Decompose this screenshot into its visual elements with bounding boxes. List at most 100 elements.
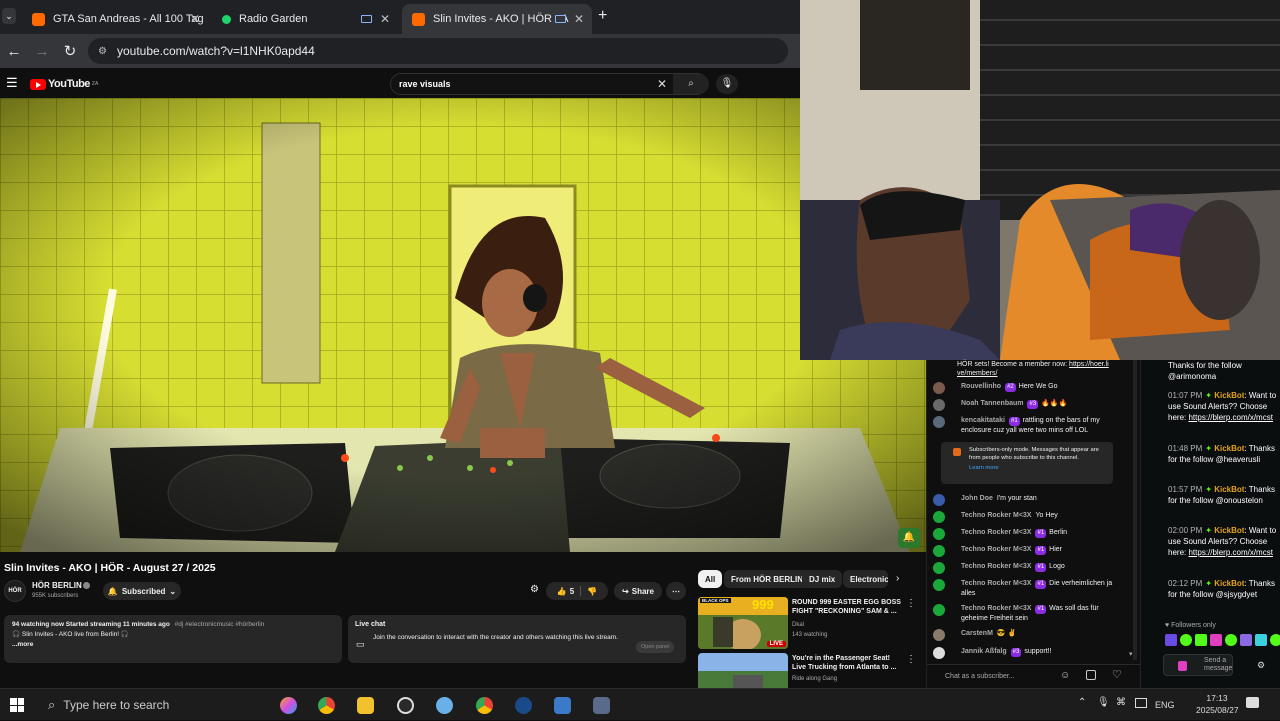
emote-icon[interactable] [1240,634,1252,646]
emote-row[interactable] [1165,634,1280,646]
chrome-icon[interactable] [318,697,335,714]
share-button[interactable]: ↪ Share [614,582,662,600]
rec-title[interactable]: You're in the Passenger Seat! Live Truck… [792,654,904,672]
windows-start-icon[interactable] [10,698,24,712]
dislike-icon[interactable]: 👎 [587,587,597,596]
heart-icon[interactable]: ♡ [1112,668,1122,681]
video-player[interactable]: 🔔 [0,98,926,552]
chip-dj-mix[interactable]: DJ mix [802,570,843,588]
kick-author[interactable]: KickBot [1214,391,1244,400]
chip-all[interactable]: All [698,570,723,588]
emote-icon[interactable] [1165,634,1177,646]
emote-icon[interactable] [1195,634,1207,646]
tab-search-button[interactable]: ⌄ [2,8,16,24]
search-box[interactable]: rave visuals ✕ ⌕ [390,73,709,95]
chat-author[interactable]: CarstenM [961,630,993,637]
close-icon[interactable]: ✕ [574,12,584,26]
description-tags[interactable]: #dj #electronicmusic #hörberlin [175,621,265,628]
audio-playing-icon[interactable] [555,15,566,23]
new-tab-icon[interactable]: + [598,7,607,25]
audio-playing-icon[interactable] [361,15,372,23]
live-chat-bell-icon[interactable]: 🔔 [898,528,920,548]
emote-icon[interactable] [1210,634,1222,646]
search-icon[interactable]: ⌕ [673,74,709,94]
microphone-icon[interactable]: 🎙 [1097,697,1110,708]
chat-author[interactable]: Techno Rocker M<3X [961,512,1031,519]
chip-from-channel[interactable]: From HÖR BERLIN [724,570,810,588]
learn-more-link[interactable]: Learn more [969,464,1107,472]
emote-picker-icon[interactable] [1178,661,1187,671]
rec-thumbnail[interactable]: BLACK OPS 999 LIVE [698,597,788,649]
chat-author[interactable]: Techno Rocker M<3X [961,563,1031,570]
app-icon[interactable] [593,697,610,714]
copilot-icon[interactable] [280,697,297,714]
chat-author[interactable]: kencakitataki [961,417,1005,424]
network-icon[interactable]: ⌘ [1116,697,1126,708]
send-message-input[interactable]: Send a message [1163,654,1233,676]
kick-link[interactable]: https://blerp.com/x/mcst [1188,413,1272,422]
super-chat-icon[interactable] [1086,670,1096,680]
site-info-icon[interactable]: ⚙ [98,46,107,57]
emote-icon[interactable] [1270,634,1280,646]
search-input[interactable]: rave visuals [399,79,451,89]
address-bar[interactable]: ⚙ youtube.com/watch?v=l1NHK0apd44 [88,38,788,64]
tab-slin-invites[interactable]: Slin Invites - AKO | HÖR - A ✕ [402,4,592,34]
chat-author[interactable]: Noah Tannenbaum [961,400,1023,407]
clear-search-icon[interactable]: ✕ [657,77,667,91]
settings-icon[interactable]: ⚙ [1257,660,1265,671]
chat-author[interactable]: Techno Rocker M<3X [961,580,1031,587]
emote-icon[interactable] [1180,634,1192,646]
chat-author[interactable]: Techno Rocker M<3X [961,546,1031,553]
chat-author[interactable]: John Doe [961,495,993,502]
open-panel-button[interactable]: Open panel [636,641,675,653]
rec-thumbnail[interactable] [698,653,788,688]
join-icon[interactable]: ⚙ [530,584,539,595]
chat-author[interactable]: Rouvellinho [961,383,1001,390]
close-icon[interactable]: ✕ [380,12,390,26]
show-hidden-icons[interactable]: ⌃ [1078,697,1086,708]
more-actions-button[interactable]: ⋯ [666,582,686,600]
reload-icon[interactable]: ↻ [56,42,84,60]
rec-title[interactable]: ROUND 999 EASTER EGG BOSS FIGHT "RECKONI… [792,598,904,616]
more-link[interactable]: ...more [12,640,334,650]
chat-scrollbar[interactable] [1133,360,1137,660]
scroll-down-icon[interactable]: ▾ [1129,650,1133,658]
paint-icon[interactable] [436,697,453,714]
kick-author[interactable]: KickBot [1214,526,1244,535]
rec-more-icon[interactable]: ⋮ [906,654,916,665]
steam-icon[interactable] [515,697,532,714]
subscribed-button[interactable]: 🔔 Subscribed ⌄ [103,582,181,600]
menu-icon[interactable]: ☰ [6,75,18,91]
chat-author[interactable]: Jannik Aßfalg [961,648,1007,655]
tab-gta[interactable]: GTA San Andreas - All 100 Tag ✕ [22,4,208,34]
kick-author[interactable]: KickBot [1214,444,1244,453]
back-arrow-icon[interactable]: ← [0,43,28,60]
chat-input[interactable]: Chat as a subscriber... [945,673,1015,680]
chat-author[interactable]: Techno Rocker M<3X [961,529,1031,536]
emote-icon[interactable] [1225,634,1237,646]
rec-more-icon[interactable]: ⋮ [906,598,916,609]
notifications-icon[interactable] [1246,697,1259,708]
microphone-icon[interactable]: 🎙 [716,74,738,94]
forward-arrow-icon[interactable]: → [28,43,56,60]
taskbar-search-box[interactable]: ⌕ Type here to search [36,689,266,721]
kick-author[interactable]: KickBot [1214,485,1244,494]
youtube-logo[interactable]: YouTube ZA [30,78,98,90]
like-icon[interactable]: 👍 [557,587,567,596]
display-icon[interactable] [1135,698,1147,708]
file-explorer-icon[interactable] [357,697,374,714]
kick-link[interactable]: https://blerp.com/x/mcst [1188,548,1272,557]
clock[interactable]: 17:13 2025/08/27 [1196,692,1239,716]
language-indicator[interactable]: ENG [1155,700,1175,710]
emote-icon[interactable] [1255,634,1267,646]
channel-avatar[interactable]: HÖR [4,580,26,602]
channel-name[interactable]: HÖR BERLIN [32,581,82,590]
emoji-icon[interactable]: ☺ [1060,670,1070,681]
obs-icon[interactable] [397,697,414,714]
chrome-profile-icon[interactable] [476,697,493,714]
kick-author[interactable]: KickBot [1214,579,1244,588]
chevron-right-icon[interactable]: › [896,573,899,584]
tab-radio-garden[interactable]: Radio Garden ✕ [212,4,398,34]
description-box[interactable]: 94 watching now Started streaming 11 min… [4,615,342,663]
chip-electronic[interactable]: Electronic [843,570,888,588]
